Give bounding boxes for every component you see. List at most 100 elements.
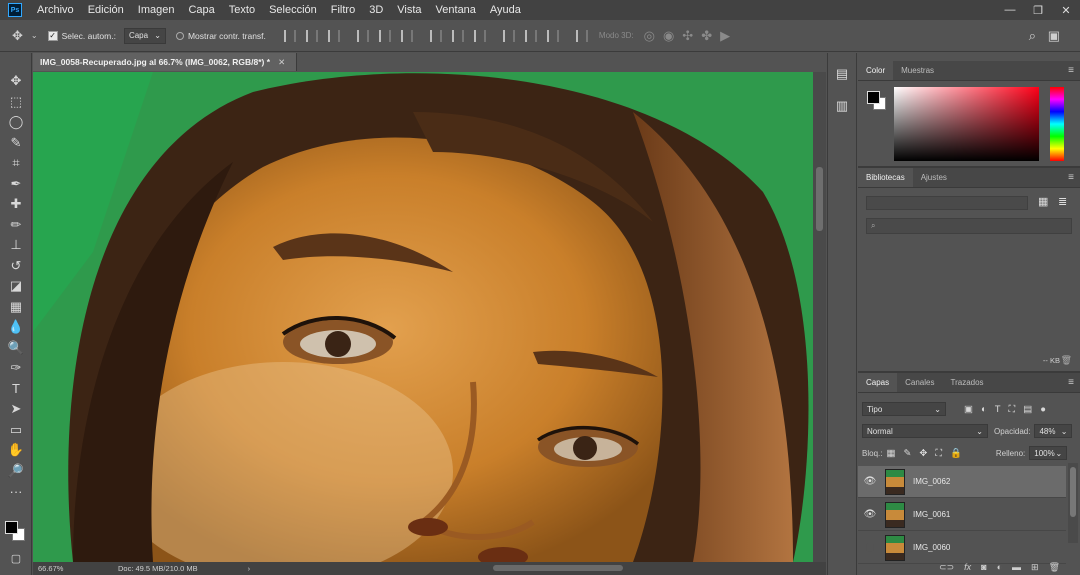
list-view-icon[interactable]: ≣ bbox=[1058, 195, 1067, 208]
align-right-icon[interactable] bbox=[400, 29, 413, 42]
quick-mask-icon[interactable]: ▢ bbox=[0, 548, 32, 569]
menu-item-9[interactable]: Ventana bbox=[429, 0, 483, 20]
type-tool-icon[interactable]: T bbox=[0, 379, 32, 400]
dodge-tool-icon[interactable]: 🔍 bbox=[0, 338, 32, 359]
menu-item-10[interactable]: Ayuda bbox=[483, 0, 528, 20]
eyedropper-tool-icon[interactable]: ✒ bbox=[0, 174, 32, 195]
menu-item-5[interactable]: Selección bbox=[262, 0, 324, 20]
brush-tool-icon[interactable]: ✏ bbox=[0, 215, 32, 236]
eye-hidden-icon[interactable]: ▢ bbox=[858, 542, 882, 553]
show-transform-checkbox[interactable] bbox=[175, 31, 184, 40]
vertical-scrollbar[interactable] bbox=[813, 72, 826, 562]
panel-menu-icon[interactable]: ≡ bbox=[1068, 377, 1074, 388]
eye-icon[interactable]: 👁 bbox=[858, 476, 882, 487]
color-saturation-field[interactable] bbox=[894, 87, 1039, 161]
history-panel-icon[interactable]: ▤ bbox=[828, 63, 856, 85]
document-tab[interactable]: IMG_0058-Recuperado.jpg al 66.7% (IMG_00… bbox=[33, 53, 297, 71]
zoom-tool-icon[interactable]: 🔎 bbox=[0, 461, 32, 482]
orbit-3d-icon[interactable]: ◎ bbox=[644, 28, 655, 44]
history-brush-tool-icon[interactable]: ↺ bbox=[0, 256, 32, 277]
filter-smart-object-icon[interactable]: ▤ bbox=[1023, 404, 1032, 415]
path-select-tool-icon[interactable]: ➤ bbox=[0, 399, 32, 420]
distribute-vcenter-icon[interactable] bbox=[451, 29, 464, 42]
chevron-right-icon[interactable]: › bbox=[248, 564, 251, 573]
layer-filter-dropdown[interactable]: Tipo ⌄ bbox=[862, 402, 946, 416]
tab-adjustments[interactable]: Ajustes bbox=[913, 168, 955, 187]
tab-swatches[interactable]: Muestras bbox=[893, 61, 942, 80]
align-hcenter-icon[interactable] bbox=[378, 29, 391, 42]
library-search-input[interactable]: ⌕ bbox=[866, 218, 1072, 234]
align-left-icon[interactable] bbox=[356, 29, 369, 42]
hand-tool-icon[interactable]: ✋ bbox=[0, 440, 32, 461]
move-tool-icon[interactable]: ✥ bbox=[0, 71, 32, 92]
close-window-button[interactable]: ✕ bbox=[1052, 0, 1080, 20]
tab-paths[interactable]: Trazados bbox=[942, 373, 991, 392]
horizontal-scroll-thumb[interactable] bbox=[493, 565, 623, 571]
align-top-icon[interactable] bbox=[283, 29, 296, 42]
fill-input[interactable]: 100% ⌄ bbox=[1029, 446, 1068, 460]
minimize-button[interactable]: — bbox=[996, 0, 1024, 20]
properties-panel-icon[interactable]: ▥ bbox=[828, 95, 856, 117]
lock-transparency-icon[interactable]: ▦ bbox=[886, 448, 895, 459]
filter-adjustment-icon[interactable]: ◐ bbox=[981, 404, 987, 415]
more-tools-icon[interactable]: ··· bbox=[0, 481, 32, 502]
blend-mode-dropdown[interactable]: Normal ⌄ bbox=[862, 424, 988, 438]
zoom-level[interactable]: 66.67% bbox=[38, 564, 98, 573]
clone-stamp-tool-icon[interactable]: ⊥ bbox=[0, 235, 32, 256]
menu-item-2[interactable]: Imagen bbox=[131, 0, 182, 20]
grid-view-icon[interactable]: ▦ bbox=[1038, 195, 1048, 208]
panel-menu-icon[interactable]: ≡ bbox=[1068, 65, 1074, 76]
menu-item-6[interactable]: Filtro bbox=[324, 0, 362, 20]
distribute-bottom-icon[interactable] bbox=[473, 29, 486, 42]
tab-color[interactable]: Color bbox=[858, 61, 894, 80]
distribute-left-icon[interactable] bbox=[502, 29, 515, 42]
image-canvas[interactable] bbox=[33, 72, 813, 562]
rectangle-tool-icon[interactable]: ▭ bbox=[0, 420, 32, 441]
layer-row[interactable]: 👁 IMG_0062 bbox=[858, 466, 1066, 498]
color-panel-foreground-swatch[interactable] bbox=[867, 91, 880, 104]
pan-3d-icon[interactable]: ✣ bbox=[682, 28, 693, 44]
layers-scrollbar[interactable] bbox=[1068, 463, 1078, 543]
delete-layer-icon[interactable]: 🗑 bbox=[1049, 562, 1060, 573]
blur-tool-icon[interactable]: 💧 bbox=[0, 317, 32, 338]
opacity-input[interactable]: 48% ⌄ bbox=[1034, 424, 1073, 438]
healing-brush-tool-icon[interactable]: ✚ bbox=[0, 194, 32, 215]
eye-icon[interactable]: 👁 bbox=[858, 509, 882, 520]
new-adjustment-icon[interactable]: ◐ bbox=[997, 562, 1002, 572]
pen-tool-icon[interactable]: ✑ bbox=[0, 358, 32, 379]
filter-type-icon[interactable]: T bbox=[995, 404, 1001, 415]
menu-item-7[interactable]: 3D bbox=[362, 0, 390, 20]
filter-shape-icon[interactable]: ⛶ bbox=[1009, 404, 1016, 415]
align-bottom-icon[interactable] bbox=[327, 29, 340, 42]
distribute-right-icon[interactable] bbox=[546, 29, 559, 42]
menu-item-0[interactable]: Archivo bbox=[30, 0, 81, 20]
maximize-button[interactable]: ❐ bbox=[1024, 0, 1052, 20]
menu-item-4[interactable]: Texto bbox=[222, 0, 262, 20]
distribute-top-icon[interactable] bbox=[429, 29, 442, 42]
tab-libraries[interactable]: Bibliotecas bbox=[858, 168, 913, 187]
layers-scroll-thumb[interactable] bbox=[1070, 467, 1076, 517]
eraser-tool-icon[interactable]: ◪ bbox=[0, 276, 32, 297]
chevron-down-icon[interactable]: ⌄ bbox=[31, 31, 38, 40]
lock-artboard-icon[interactable]: ⛶ bbox=[935, 448, 942, 459]
workspace-icon[interactable]: ▣ bbox=[1048, 28, 1060, 44]
tab-channels[interactable]: Canales bbox=[897, 373, 942, 392]
marquee-tool-icon[interactable]: ⬚ bbox=[0, 92, 32, 113]
auto-select-checkbox[interactable]: ✓ bbox=[47, 30, 58, 41]
lock-position-icon[interactable]: ✥ bbox=[919, 448, 927, 459]
hue-slider[interactable] bbox=[1050, 87, 1064, 161]
library-select[interactable] bbox=[866, 196, 1028, 210]
fx-icon[interactable]: fx bbox=[964, 562, 971, 572]
filter-toggle-icon[interactable]: ● bbox=[1040, 404, 1046, 415]
gradient-tool-icon[interactable]: ▦ bbox=[0, 297, 32, 318]
vertical-scroll-thumb[interactable] bbox=[816, 167, 823, 231]
foreground-color-swatch[interactable] bbox=[5, 521, 18, 534]
crop-tool-icon[interactable]: ⌗ bbox=[0, 153, 32, 174]
lasso-tool-icon[interactable]: ◯ bbox=[0, 112, 32, 133]
auto-align-icon[interactable] bbox=[575, 29, 588, 42]
menu-item-8[interactable]: Vista bbox=[390, 0, 428, 20]
menu-item-1[interactable]: Edición bbox=[81, 0, 131, 20]
new-layer-icon[interactable]: ⊞ bbox=[1031, 562, 1039, 573]
tab-layers[interactable]: Capas bbox=[858, 373, 898, 392]
distribute-hcenter-icon[interactable] bbox=[524, 29, 537, 42]
